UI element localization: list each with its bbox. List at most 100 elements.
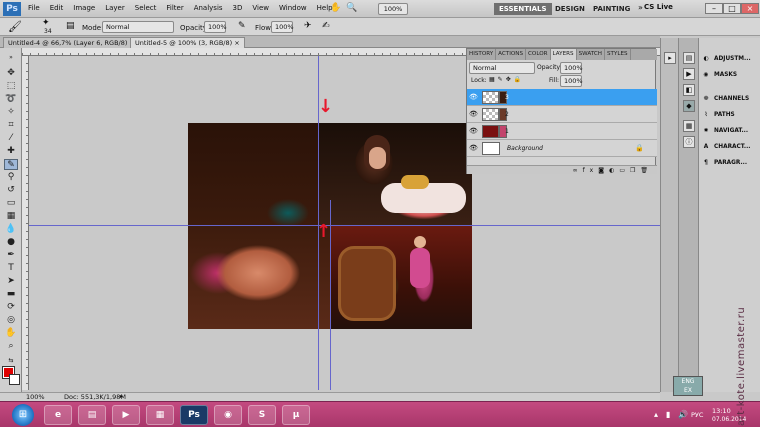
collapse-toolbox-icon[interactable]: » [4, 52, 18, 63]
channels-panel-button[interactable]: ❁ CHANNELS [701, 92, 759, 107]
quick-select-tool-icon[interactable]: ✧ [4, 107, 18, 118]
menu-select[interactable]: Select [135, 4, 157, 12]
swatches-icon[interactable]: ▦ [683, 120, 695, 132]
eraser-tool-icon[interactable]: ▭ [4, 198, 18, 209]
zoom-tool-icon[interactable]: 🔍 [346, 3, 357, 13]
minimize-icon[interactable]: – [705, 3, 723, 14]
dodge-tool-icon[interactable]: ● [4, 237, 18, 248]
guide-horizontal[interactable] [29, 225, 660, 226]
layer-name[interactable]: 1 [505, 128, 509, 135]
status-zoom[interactable]: 100% [26, 393, 45, 401]
clock-time[interactable]: 13:10 [712, 408, 731, 415]
menu-edit[interactable]: Edit [50, 4, 64, 12]
tab-color[interactable]: COLOR [526, 49, 551, 60]
layer-row[interactable]: 👁 1 [467, 123, 657, 140]
brush-panel-icon[interactable]: ▤ [66, 21, 75, 31]
menu-view[interactable]: View [252, 4, 269, 12]
visibility-eye-icon[interactable]: 👁 [469, 110, 478, 118]
menu-window[interactable]: Window [279, 4, 307, 12]
gradient-tool-icon[interactable]: ▦ [4, 211, 18, 222]
tab-swatches[interactable]: SWATCH [577, 49, 605, 60]
tab-untitled-4[interactable]: Untitled-4 @ 66,7% (Layer 6, RGB/8) × [3, 37, 140, 48]
photoshop-taskbar-icon[interactable]: Ps [180, 405, 208, 425]
cs-live-button[interactable]: CS Live [644, 3, 673, 11]
tab-untitled-5[interactable]: Untitled-5 @ 100% (3, RGB/8) × [130, 37, 245, 48]
language-indicator[interactable]: РУС [691, 411, 703, 419]
explorer-icon[interactable]: ▤ [78, 405, 106, 425]
trash-icon[interactable]: 🗑 [640, 167, 653, 174]
menu-3d[interactable]: 3D [233, 4, 243, 12]
brush-preset-icon[interactable]: 🖌 [8, 20, 22, 33]
brush-tip-icon[interactable]: ✦ [42, 18, 50, 28]
network-icon[interactable]: ▮ [666, 410, 670, 419]
fx-icon[interactable]: fx [583, 167, 599, 174]
tab-styles[interactable]: STYLES [605, 49, 631, 60]
tab-layers[interactable]: LAYERS [550, 49, 577, 60]
paragraph-panel-button[interactable]: ¶ PARAGR... [701, 156, 759, 171]
marquee-tool-icon[interactable]: ⬚ [4, 81, 18, 92]
volume-icon[interactable]: 🔊 [678, 410, 688, 419]
pen-tool-icon[interactable]: ✒ [4, 250, 18, 261]
pressure-opacity-icon[interactable]: ✎ [238, 21, 246, 31]
move-tool-icon[interactable]: ✥ [4, 68, 18, 79]
actions-icon[interactable]: ▶ [683, 68, 695, 80]
tab-actions[interactable]: ACTIONS [496, 49, 527, 60]
airbrush-icon[interactable]: ✈ [304, 21, 312, 31]
tray-arrow-icon[interactable]: ▴ [654, 410, 658, 419]
clone-stamp-tool-icon[interactable]: ⚲ [4, 172, 18, 183]
layer-name[interactable]: Background [507, 145, 543, 152]
history-icon[interactable]: ▤ [683, 52, 695, 64]
opacity-input[interactable]: 100% [204, 21, 227, 33]
maximize-icon[interactable]: □ [723, 3, 741, 14]
eyedropper-tool-icon[interactable]: ⁄ [4, 133, 18, 144]
layer-row[interactable]: 👁 2 [467, 106, 657, 123]
flow-input[interactable]: 100% [271, 21, 294, 33]
brush-tool-icon[interactable]: ✎ [4, 159, 18, 170]
new-layer-icon[interactable]: ❐ [630, 167, 640, 174]
mode-select[interactable]: Normal [102, 21, 174, 33]
swap-colors-icon[interactable]: ⇆ [4, 355, 18, 366]
fill-input[interactable]: 100% [560, 75, 583, 87]
menu-image[interactable]: Image [73, 4, 95, 12]
adjustment-layer-icon[interactable]: ◐ [609, 167, 619, 174]
workspace-painting[interactable]: PAINTING [588, 3, 635, 15]
shape-tool-icon[interactable]: ▬ [4, 289, 18, 300]
visibility-eye-icon[interactable]: 👁 [469, 144, 478, 152]
app-icon[interactable]: ▦ [146, 405, 174, 425]
navigator-panel-button[interactable]: ✸ NAVIGAT... [701, 124, 759, 139]
workspace-design[interactable]: DESIGN [550, 3, 590, 15]
color-icon[interactable]: ◧ [683, 84, 695, 96]
layer-row[interactable]: 👁 3 [467, 89, 657, 106]
status-menu-icon[interactable]: ▸ [120, 393, 123, 400]
menu-filter[interactable]: Filter [166, 4, 183, 12]
3d-orbit-tool-icon[interactable]: ◎ [4, 315, 18, 326]
close-icon[interactable]: × [741, 3, 759, 14]
hand-tool-icon[interactable]: ✋ [4, 328, 18, 339]
lock-options-icon[interactable]: ▦✎✥🔒 [489, 76, 524, 83]
ruler-vertical[interactable] [22, 56, 29, 390]
visibility-eye-icon[interactable]: 👁 [469, 93, 478, 101]
adjustments-panel-button[interactable]: ◐ ADJUSTM... [701, 52, 759, 67]
menu-file[interactable]: File [28, 4, 40, 12]
mask-icon[interactable]: ◙ [598, 167, 609, 174]
layer-row[interactable]: 👁 Background 🔒 [467, 140, 657, 157]
layer-opacity-input[interactable]: 100% [560, 62, 583, 74]
layer-name[interactable]: 2 [505, 111, 509, 118]
blur-tool-icon[interactable]: 💧 [4, 224, 18, 235]
zoom-level[interactable]: 100% [378, 3, 408, 15]
zoom-tool-icon[interactable]: ⌕ [4, 341, 18, 352]
menu-layer[interactable]: Layer [105, 4, 125, 12]
utorrent-icon[interactable]: μ [282, 405, 310, 425]
media-player-icon[interactable]: ▶ [112, 405, 140, 425]
layer-name[interactable]: 3 [505, 94, 509, 101]
visibility-eye-icon[interactable]: 👁 [469, 127, 478, 135]
layers-icon[interactable]: ◆ [683, 100, 695, 112]
blend-mode-select[interactable]: Normal [469, 62, 535, 74]
type-tool-icon[interactable]: T [4, 263, 18, 274]
double-chevron-icon[interactable]: » [638, 3, 643, 12]
info-icon[interactable]: ⓘ [683, 136, 695, 148]
background-color[interactable] [9, 374, 20, 385]
paths-panel-button[interactable]: ⌇ PATHS [701, 108, 759, 123]
lasso-tool-icon[interactable]: ➰ [4, 94, 18, 105]
group-icon[interactable]: ▭ [619, 167, 630, 174]
